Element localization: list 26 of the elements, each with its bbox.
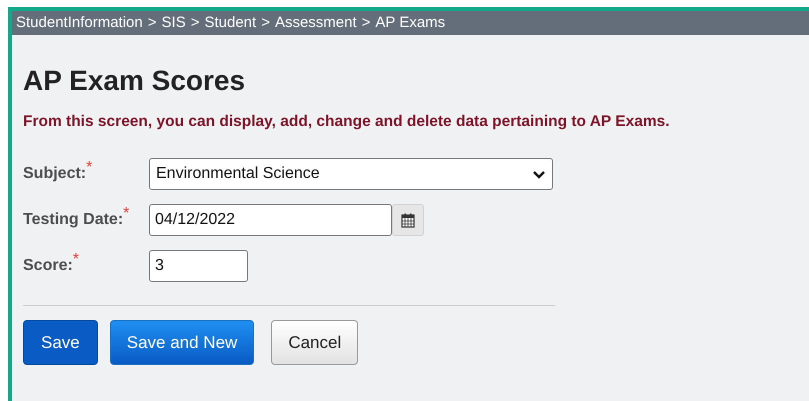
required-asterisk: * — [72, 254, 80, 266]
breadcrumb-link[interactable]: AP Exams — [375, 12, 446, 34]
breadcrumb-link[interactable]: Assessment — [274, 12, 357, 34]
chevron-down-icon — [532, 170, 546, 179]
save-button[interactable]: Save and New — [110, 320, 254, 366]
subject-select[interactable]: Environmental Science — [149, 158, 553, 190]
breadcrumb-separator: > — [261, 12, 270, 33]
field-label: Score: — [23, 256, 73, 276]
required-asterisk: * — [123, 208, 130, 220]
breadcrumb-separator: > — [148, 12, 157, 33]
required-asterisk: * — [86, 162, 92, 174]
breadcrumb-link[interactable]: SIS — [162, 12, 186, 34]
breadcrumb-link[interactable]: Student — [204, 12, 256, 34]
breadcrumb-separator: > — [362, 12, 370, 33]
field-label: Subject: — [23, 164, 86, 184]
breadcrumb-link[interactable]: StudentInformation — [16, 12, 143, 34]
calendar-icon — [401, 212, 415, 228]
calendar-button[interactable] — [392, 204, 424, 236]
date-field[interactable]: 04/12/2022 — [149, 204, 392, 236]
score-field[interactable]: 3 — [149, 250, 248, 282]
page-title: AP Exam Scores — [23, 65, 246, 97]
field-label: Testing Date: — [23, 210, 124, 230]
save-button[interactable]: Save — [23, 320, 98, 366]
cancel-button[interactable]: Cancel — [271, 320, 358, 366]
page-description: From this screen, you can display, add, change and delete data pertaining to AP Exams. — [23, 112, 671, 132]
breadcrumb-separator: > — [190, 12, 200, 33]
